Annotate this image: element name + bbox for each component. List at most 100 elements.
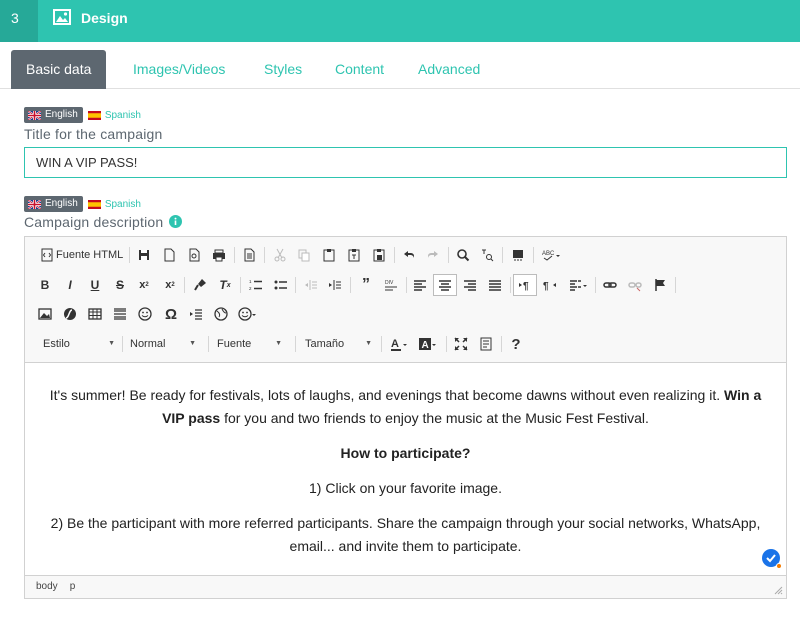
background-color-icon[interactable]: A bbox=[415, 333, 441, 355]
new-page-icon[interactable] bbox=[158, 244, 180, 266]
copy-format-icon[interactable] bbox=[189, 274, 211, 296]
justify-icon[interactable] bbox=[484, 274, 506, 296]
info-icon[interactable] bbox=[169, 215, 183, 228]
intro-text: It's summer! Be ready for festivals, lot… bbox=[49, 387, 721, 403]
tab-bar: Basic data Images/Videos Styles Content … bbox=[0, 50, 800, 89]
toolbar-separator bbox=[595, 277, 596, 293]
superscript-icon[interactable]: x2 bbox=[159, 274, 181, 296]
toolbar-separator bbox=[295, 336, 296, 352]
notification-dot bbox=[776, 563, 782, 569]
svg-text:¶: ¶ bbox=[543, 281, 549, 292]
align-right-icon[interactable] bbox=[459, 274, 481, 296]
lang-english-button[interactable]: English bbox=[24, 196, 83, 212]
toolbar-separator bbox=[448, 247, 449, 263]
remove-format-icon[interactable]: Tx bbox=[214, 274, 236, 296]
outdent-icon[interactable] bbox=[300, 274, 322, 296]
tab-images-videos[interactable]: Images/Videos bbox=[133, 50, 225, 89]
indent-icon[interactable] bbox=[324, 274, 346, 296]
source-html-button[interactable]: Fuente HTML bbox=[56, 244, 123, 266]
chevron-down-icon: ▼ bbox=[275, 340, 282, 347]
cut-icon[interactable] bbox=[269, 244, 291, 266]
special-char-icon[interactable]: Ω bbox=[160, 303, 182, 325]
tab-advanced[interactable]: Advanced bbox=[418, 50, 480, 89]
paste-icon[interactable] bbox=[318, 244, 340, 266]
anchor-icon[interactable] bbox=[649, 274, 671, 296]
path-p[interactable]: p bbox=[70, 581, 76, 592]
subscript-icon[interactable]: x2 bbox=[133, 274, 155, 296]
strikethrough-icon[interactable]: S bbox=[109, 274, 131, 296]
title-input[interactable] bbox=[24, 147, 787, 178]
bold-icon[interactable]: B bbox=[34, 274, 56, 296]
tab-basic-data[interactable]: Basic data bbox=[11, 50, 107, 89]
tab-styles[interactable]: Styles bbox=[264, 50, 302, 89]
horizontal-rule-icon[interactable] bbox=[109, 303, 131, 325]
spain-flag-icon bbox=[87, 199, 101, 209]
lang-english-button[interactable]: English bbox=[24, 107, 83, 123]
templates-icon[interactable] bbox=[238, 244, 260, 266]
bullet-list-icon[interactable] bbox=[270, 274, 292, 296]
path-body[interactable]: body bbox=[36, 581, 58, 592]
smiley-icon[interactable] bbox=[134, 303, 156, 325]
link-icon[interactable] bbox=[599, 274, 621, 296]
undo-icon[interactable] bbox=[398, 244, 420, 266]
print-icon[interactable] bbox=[208, 244, 230, 266]
size-combo[interactable]: Tamaño ▼ bbox=[305, 333, 372, 355]
format-combo[interactable]: Estilo ▼ bbox=[43, 333, 115, 355]
lang-spanish-label: Spanish bbox=[104, 198, 141, 210]
preview-icon[interactable] bbox=[183, 244, 205, 266]
show-blocks-icon[interactable] bbox=[475, 333, 497, 355]
toolbar-separator bbox=[350, 277, 351, 293]
font-combo[interactable]: Fuente ▼ bbox=[217, 333, 282, 355]
resize-handle-icon[interactable] bbox=[774, 586, 783, 595]
copy-icon[interactable] bbox=[293, 244, 315, 266]
blockquote-icon[interactable]: ” bbox=[355, 274, 377, 296]
editor-content[interactable]: It's summer! Be ready for festivals, lot… bbox=[25, 364, 786, 574]
help-icon[interactable]: ? bbox=[505, 333, 527, 355]
source-icon[interactable] bbox=[36, 244, 58, 266]
svg-text:2: 2 bbox=[249, 286, 252, 291]
lang-spanish-link[interactable]: Spanish bbox=[87, 198, 141, 210]
style-combo[interactable]: Normal ▼ bbox=[130, 333, 196, 355]
toolbar-separator bbox=[446, 336, 447, 352]
spellcheck-icon[interactable]: ABC bbox=[538, 244, 564, 266]
div-container-icon[interactable]: DIV bbox=[380, 274, 402, 296]
maximize-icon[interactable] bbox=[450, 333, 472, 355]
flash-icon[interactable] bbox=[59, 303, 81, 325]
step-title: Design bbox=[81, 10, 128, 26]
emoji-icon[interactable] bbox=[234, 303, 260, 325]
replace-icon[interactable] bbox=[476, 244, 498, 266]
iframe-icon[interactable] bbox=[210, 303, 232, 325]
find-icon[interactable] bbox=[452, 244, 474, 266]
page-break-icon[interactable] bbox=[185, 303, 207, 325]
paste-text-icon[interactable] bbox=[343, 244, 365, 266]
save-icon[interactable] bbox=[133, 244, 155, 266]
select-all-icon[interactable] bbox=[507, 244, 529, 266]
align-left-icon[interactable] bbox=[409, 274, 431, 296]
svg-text:DIV: DIV bbox=[385, 280, 394, 286]
numbered-list-icon[interactable]: 12 bbox=[245, 274, 267, 296]
paste-word-icon[interactable] bbox=[368, 244, 390, 266]
lang-spanish-link[interactable]: Spanish bbox=[87, 110, 141, 121]
image-insert-icon[interactable] bbox=[34, 303, 56, 325]
text-color-icon[interactable]: A bbox=[386, 333, 412, 355]
toolbar-separator bbox=[675, 277, 676, 293]
how-to-heading: How to participate? bbox=[340, 445, 471, 461]
toolbar-separator bbox=[264, 247, 265, 263]
underline-icon[interactable]: U bbox=[84, 274, 106, 296]
chevron-down-icon: ▼ bbox=[189, 340, 196, 347]
text-direction-rtl-icon[interactable]: ¶ bbox=[539, 274, 561, 296]
text-direction-ltr-icon[interactable]: ¶ bbox=[513, 274, 537, 296]
unlink-icon[interactable] bbox=[624, 274, 646, 296]
language-icon[interactable] bbox=[565, 274, 591, 296]
lang-english-label: English bbox=[45, 198, 78, 209]
toolbar-separator bbox=[208, 336, 209, 352]
table-icon[interactable] bbox=[84, 303, 106, 325]
step-header: 3 Design bbox=[0, 0, 800, 42]
tab-content[interactable]: Content bbox=[335, 50, 384, 89]
grammar-check-icon[interactable] bbox=[762, 549, 782, 569]
style-combo-label: Normal bbox=[130, 338, 166, 350]
redo-icon[interactable] bbox=[422, 244, 444, 266]
italic-icon[interactable]: I bbox=[59, 274, 81, 296]
align-center-icon[interactable] bbox=[433, 274, 457, 296]
svg-text:¶: ¶ bbox=[523, 281, 529, 292]
